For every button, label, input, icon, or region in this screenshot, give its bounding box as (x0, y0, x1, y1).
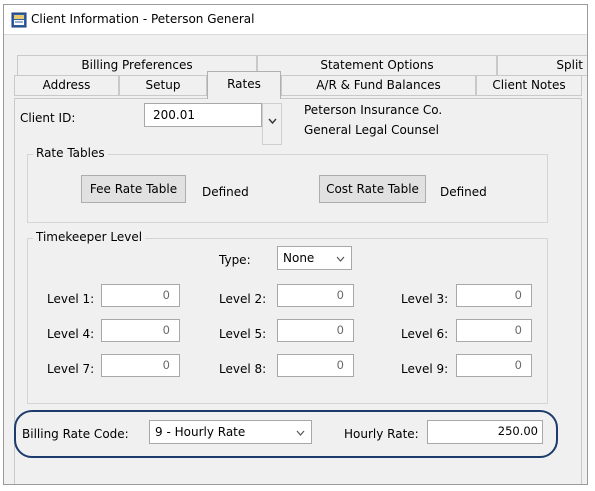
title-bar: Client Information - Peterson General (4, 5, 587, 35)
hourly-rate-input[interactable]: 250.00 (427, 420, 543, 444)
level-1-input[interactable]: 0 (101, 284, 180, 307)
tab-ar-fund-balances[interactable]: A/R & Fund Balances (281, 75, 476, 96)
app-icon (11, 12, 27, 28)
fee-rate-table-button[interactable]: Fee Rate Table (81, 175, 186, 203)
tab-statement-options[interactable]: Statement Options (257, 55, 497, 76)
level-6-label: Level 6: (401, 327, 449, 341)
tab-client-notes[interactable]: Client Notes (476, 75, 582, 96)
client-id-combo[interactable]: 200.01 (144, 103, 262, 127)
chevron-down-icon (296, 430, 305, 436)
level-2-label: Level 2: (219, 292, 267, 306)
tab-rates[interactable]: Rates (207, 71, 281, 99)
fee-rate-table-status: Defined (202, 185, 249, 199)
type-select[interactable]: None (277, 246, 352, 270)
billing-rate-code-select[interactable]: 9 - Hourly Rate (149, 420, 312, 444)
tab-split[interactable]: Split (497, 55, 587, 76)
timekeeper-level-title: Timekeeper Level (33, 230, 146, 244)
client-information-window: Client Information - Peterson General Bi… (3, 4, 588, 485)
type-label: Type: (219, 253, 251, 267)
level-1-label: Level 1: (47, 292, 95, 306)
level-9-input[interactable]: 0 (456, 354, 532, 377)
client-name-line2: General Legal Counsel (304, 123, 439, 137)
level-3-input[interactable]: 0 (456, 284, 532, 307)
rate-tables-title: Rate Tables (33, 146, 108, 160)
billing-rate-code-label: Billing Rate Code: (22, 427, 129, 441)
chevron-down-icon (336, 256, 345, 262)
hourly-rate-label: Hourly Rate: (344, 427, 419, 441)
level-9-label: Level 9: (401, 362, 449, 376)
client-name-line1: Peterson Insurance Co. (304, 103, 443, 117)
client-id-value: 200.01 (153, 108, 195, 122)
level-5-input[interactable]: 0 (277, 319, 354, 342)
client-id-label: Client ID: (20, 111, 76, 125)
tab-setup[interactable]: Setup (119, 75, 207, 96)
level-2-input[interactable]: 0 (277, 284, 354, 307)
client-id-dropdown-button[interactable] (262, 103, 282, 145)
cost-rate-table-button[interactable]: Cost Rate Table (319, 175, 426, 203)
type-value: None (283, 251, 315, 265)
level-8-label: Level 8: (219, 362, 267, 376)
level-3-label: Level 3: (401, 292, 449, 306)
level-6-input[interactable]: 0 (456, 319, 532, 342)
level-5-label: Level 5: (219, 327, 267, 341)
cost-rate-table-status: Defined (440, 185, 487, 199)
billing-rate-code-value: 9 - Hourly Rate (155, 425, 246, 439)
level-7-label: Level 7: (47, 362, 95, 376)
level-4-input[interactable]: 0 (101, 319, 180, 342)
tab-address[interactable]: Address (14, 75, 119, 96)
level-4-label: Level 4: (47, 327, 95, 341)
chevron-down-icon (268, 118, 277, 124)
level-8-input[interactable]: 0 (277, 354, 354, 377)
level-7-input[interactable]: 0 (101, 354, 180, 377)
window-title: Client Information - Peterson General (31, 12, 255, 26)
